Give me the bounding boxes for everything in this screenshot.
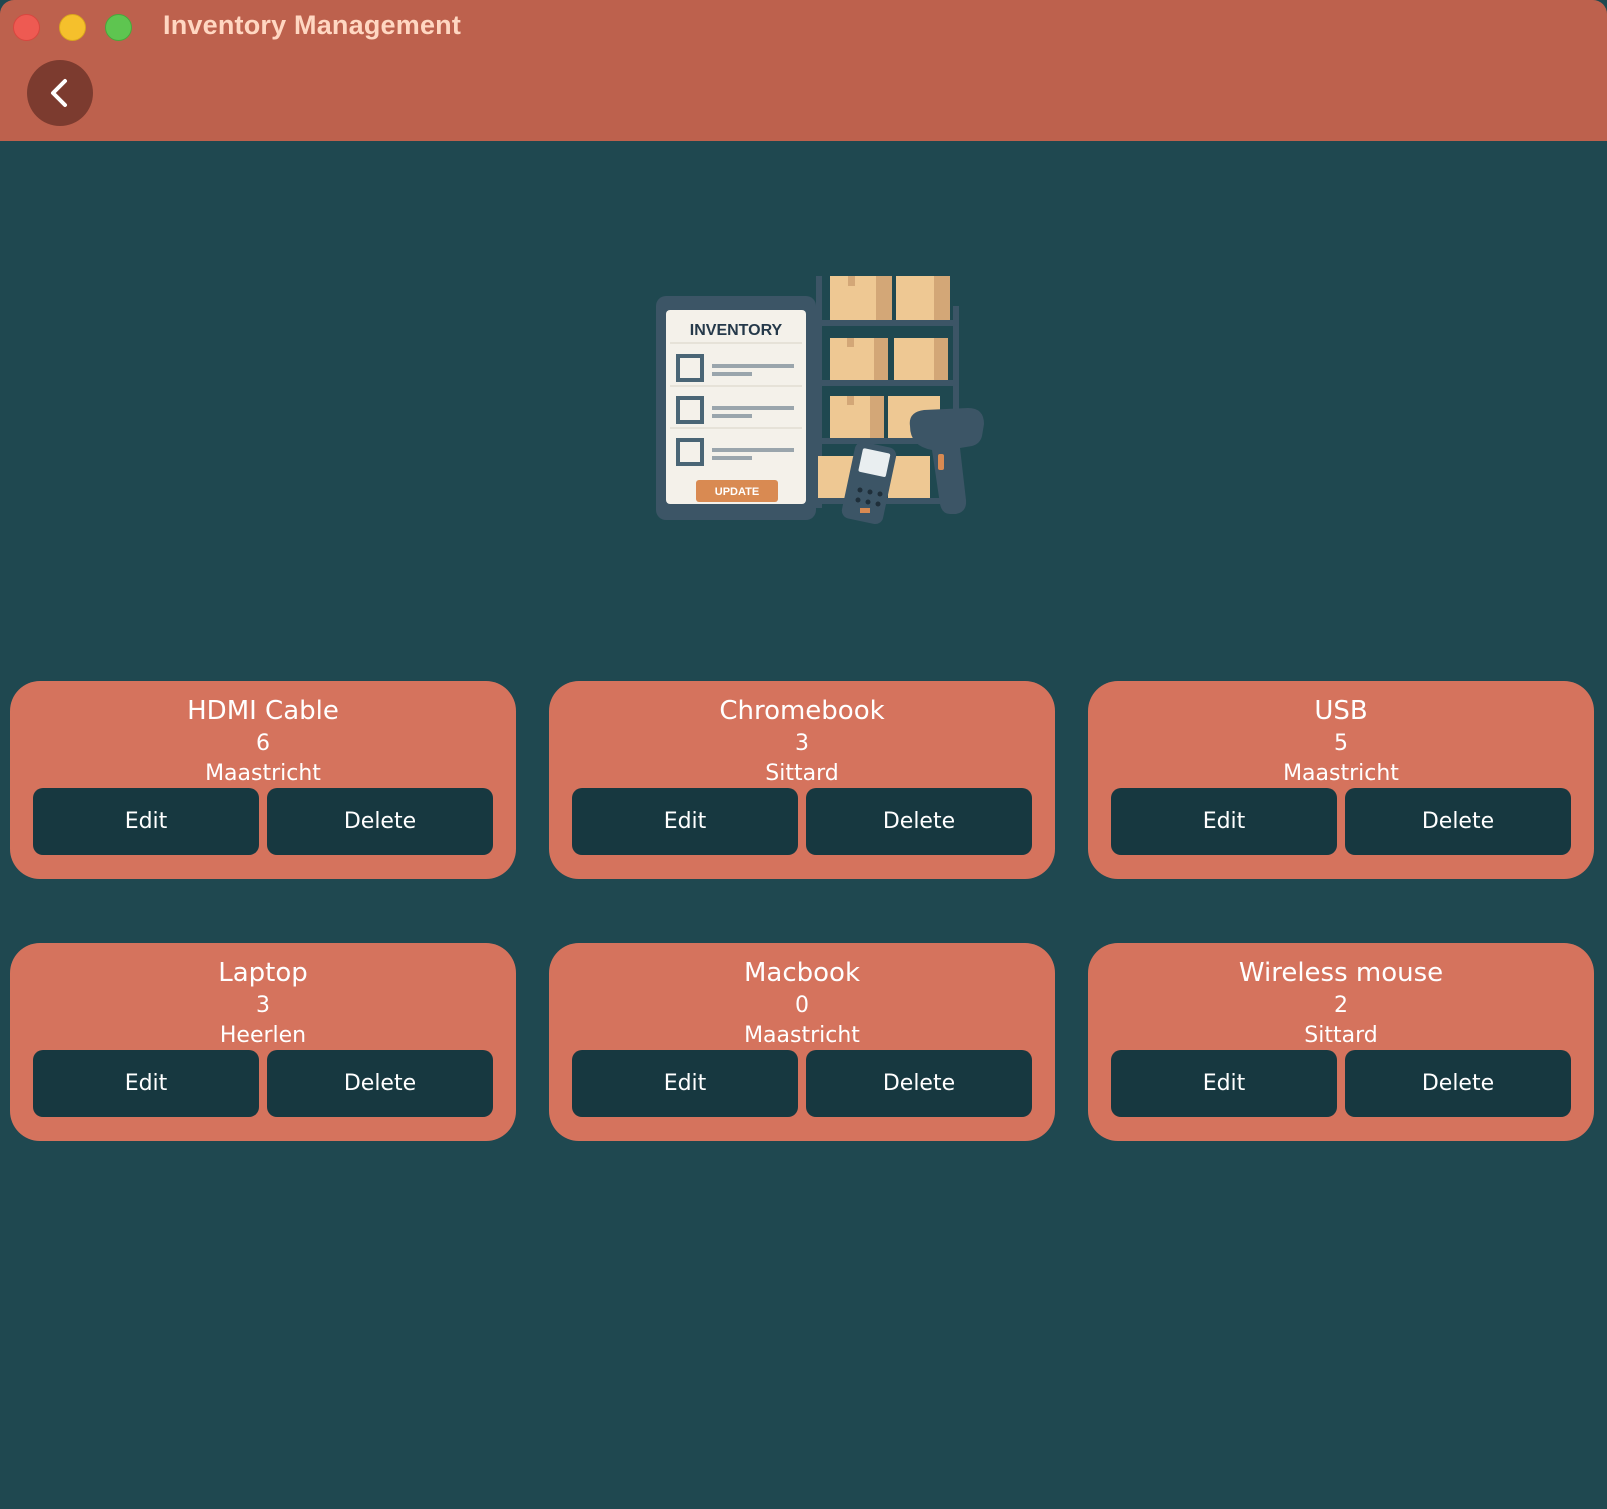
item-name: Chromebook [719,696,885,726]
item-quantity: 5 [1334,731,1348,756]
item-quantity: 3 [256,993,270,1018]
item-location: Maastricht [744,1023,860,1048]
edit-button[interactable]: Edit [1111,788,1337,855]
edit-button[interactable]: Edit [572,1050,798,1117]
item-quantity: 0 [795,993,809,1018]
window-title: Inventory Management [163,10,462,40]
item-card: USB 5 Maastricht Edit Delete [1088,681,1594,879]
item-card: Macbook 0 Maastricht Edit Delete [549,943,1055,1141]
app-window: Inventory Management INVENTORY UPDATE HD… [0,0,1607,1509]
item-card: HDMI Cable 6 Maastricht Edit Delete [10,681,516,879]
item-name: Wireless mouse [1238,958,1444,988]
maximize-window-button[interactable] [105,14,132,41]
chevron-left-icon [51,79,67,107]
edit-button[interactable]: Edit [33,788,259,855]
item-quantity: 3 [795,731,809,756]
edit-button[interactable]: Edit [572,788,798,855]
delete-button[interactable]: Delete [267,1050,493,1117]
minimize-window-button[interactable] [59,14,86,41]
item-name: Laptop [218,958,308,988]
item-card: Chromebook 3 Sittard Edit Delete [549,681,1055,879]
delete-button[interactable]: Delete [1345,1050,1571,1117]
delete-button[interactable]: Delete [806,788,1032,855]
item-name: USB [1314,696,1368,726]
delete-button[interactable]: Delete [806,1050,1032,1117]
edit-button[interactable]: Edit [33,1050,259,1117]
delete-button[interactable]: Delete [267,788,493,855]
handheld-terminal-graphic [841,441,897,525]
item-location: Sittard [765,761,839,786]
title-bar: Inventory Management [0,0,1607,141]
illustration-update-label: UPDATE [715,486,759,498]
item-location: Maastricht [1283,761,1399,786]
delete-button[interactable]: Delete [1345,788,1571,855]
item-card: Wireless mouse 2 Sittard Edit Delete [1088,943,1594,1141]
item-location: Maastricht [205,761,321,786]
illustration-inventory-label: INVENTORY [690,322,783,339]
inventory-illustration: INVENTORY UPDATE [656,276,984,525]
clipboard-graphic: INVENTORY UPDATE [656,296,816,520]
item-location: Heerlen [219,1023,307,1048]
close-window-button[interactable] [13,14,40,41]
back-button[interactable] [27,60,93,126]
item-quantity: 6 [256,731,270,756]
item-quantity: 2 [1334,993,1348,1018]
item-name: HDMI Cable [187,696,339,726]
item-location: Sittard [1304,1023,1378,1048]
edit-button[interactable]: Edit [1111,1050,1337,1117]
item-name: Macbook [743,958,861,988]
item-card: Laptop 3 Heerlen Edit Delete [10,943,516,1141]
